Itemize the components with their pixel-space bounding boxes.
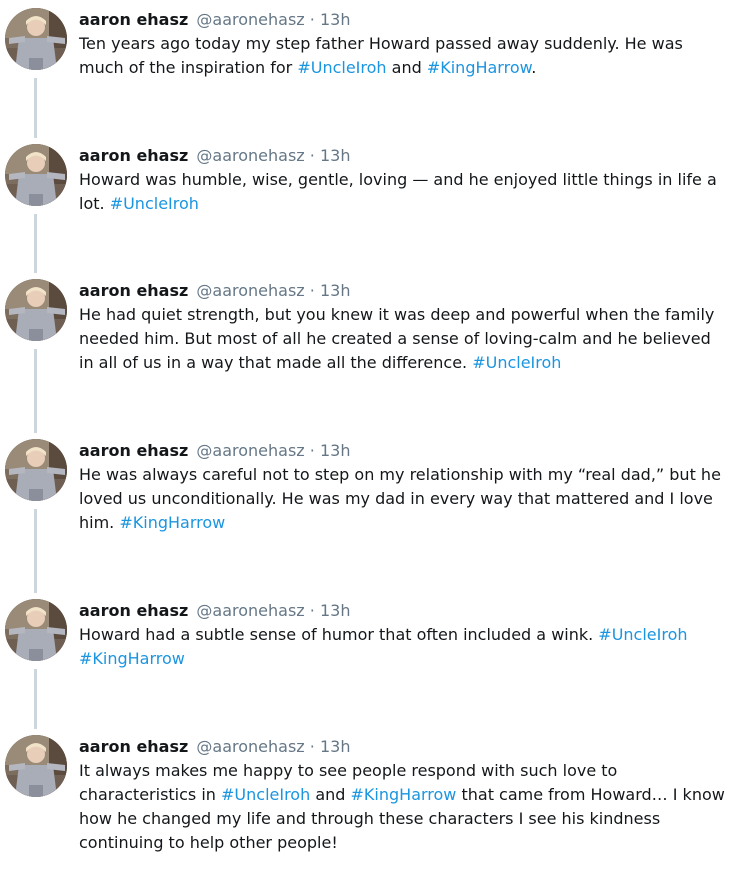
tweet-text: He was always careful not to step on my … [79, 463, 729, 535]
hashtag-link[interactable]: #UncleIroh [598, 625, 687, 644]
author-handle[interactable]: @aaronehasz [191, 737, 304, 756]
tweet-timestamp[interactable]: 13h [320, 281, 351, 300]
tweet-content: aaron ehasz @aaronehasz · 13h Howard was … [79, 144, 729, 216]
avatar-image [5, 439, 67, 501]
hashtag-link[interactable]: #KingHarrow [119, 513, 225, 532]
hashtag-link[interactable]: #UncleIroh [110, 194, 199, 213]
tweet-content: aaron ehasz @aaronehasz · 13h Ten years a… [79, 8, 729, 80]
tweet-text: He had quiet strength, but you knew it w… [79, 303, 729, 375]
tweet-header: aaron ehasz @aaronehasz · 13h [79, 439, 729, 463]
avatar[interactable] [5, 279, 67, 341]
author-name[interactable]: aaron ehasz [79, 146, 188, 165]
separator-dot: · [304, 10, 320, 29]
author-handle[interactable]: @aaronehasz [191, 281, 304, 300]
tweet-text-segment: . [531, 58, 537, 77]
hashtag-link[interactable]: #UncleIroh [221, 785, 310, 804]
thread-connector-line [34, 78, 37, 138]
avatar[interactable] [5, 735, 67, 797]
tweet-text-segment: Howard had a subtle sense of humor that … [79, 625, 599, 644]
tweet-header: aaron ehasz @aaronehasz · 13h [79, 279, 729, 303]
avatar[interactable] [5, 439, 67, 501]
tweet-header: aaron ehasz @aaronehasz · 13h [79, 144, 729, 168]
author-name[interactable]: aaron ehasz [79, 10, 188, 29]
avatar[interactable] [5, 599, 67, 661]
avatar-image [5, 735, 67, 797]
author-name[interactable]: aaron ehasz [79, 601, 188, 620]
tweet-content: aaron ehasz @aaronehasz · 13h He had quie… [79, 279, 729, 375]
tweet-timestamp[interactable]: 13h [320, 146, 351, 165]
tweet-content: aaron ehasz @aaronehasz · 13h He was alwa… [79, 439, 729, 535]
separator-dot: · [304, 601, 320, 620]
separator-dot: · [304, 281, 320, 300]
tweet-timestamp[interactable]: 13h [320, 10, 351, 29]
hashtag-link[interactable]: #UncleIroh [297, 58, 386, 77]
thread-connector-line [34, 669, 37, 729]
avatar-image [5, 599, 67, 661]
tweet-text: Howard had a subtle sense of humor that … [79, 623, 729, 671]
avatar-image [5, 8, 67, 70]
author-handle[interactable]: @aaronehasz [191, 441, 304, 460]
tweet-text: Ten years ago today my step father Howar… [79, 32, 729, 80]
tweet-header: aaron ehasz @aaronehasz · 13h [79, 8, 729, 32]
hashtag-link[interactable]: #KingHarrow [79, 649, 185, 668]
author-handle[interactable]: @aaronehasz [191, 146, 304, 165]
thread-connector-line [34, 509, 37, 593]
tweet-text: It always makes me happy to see people r… [79, 759, 729, 855]
tweet-thread: aaron ehasz @aaronehasz · 13h Ten years a… [0, 0, 742, 875]
author-name[interactable]: aaron ehasz [79, 441, 188, 460]
author-handle[interactable]: @aaronehasz [191, 601, 304, 620]
tweet-timestamp[interactable]: 13h [320, 737, 351, 756]
tweet-header: aaron ehasz @aaronehasz · 13h [79, 599, 729, 623]
avatar-image [5, 279, 67, 341]
hashtag-link[interactable]: #UncleIroh [472, 353, 561, 372]
tweet-content: aaron ehasz @aaronehasz · 13h Howard had … [79, 599, 729, 671]
avatar-image [5, 144, 67, 206]
author-name[interactable]: aaron ehasz [79, 737, 188, 756]
separator-dot: · [304, 146, 320, 165]
thread-connector-line [34, 349, 37, 433]
tweet-text-segment: and [386, 58, 427, 77]
separator-dot: · [304, 737, 320, 756]
avatar[interactable] [5, 144, 67, 206]
separator-dot: · [304, 441, 320, 460]
hashtag-link[interactable]: #KingHarrow [427, 58, 531, 77]
avatar[interactable] [5, 8, 67, 70]
tweet-content: aaron ehasz @aaronehasz · 13h It always m… [79, 735, 729, 855]
tweet-timestamp[interactable]: 13h [320, 441, 351, 460]
tweet-text-segment: He had quiet strength, but you knew it w… [79, 305, 715, 372]
tweet-header: aaron ehasz @aaronehasz · 13h [79, 735, 729, 759]
tweet-text-segment: and [310, 785, 351, 804]
tweet-timestamp[interactable]: 13h [320, 601, 351, 620]
author-handle[interactable]: @aaronehasz [191, 10, 304, 29]
tweet-text: Howard was humble, wise, gentle, loving … [79, 168, 729, 216]
author-name[interactable]: aaron ehasz [79, 281, 188, 300]
hashtag-link[interactable]: #KingHarrow [351, 785, 457, 804]
thread-connector-line [34, 214, 37, 273]
